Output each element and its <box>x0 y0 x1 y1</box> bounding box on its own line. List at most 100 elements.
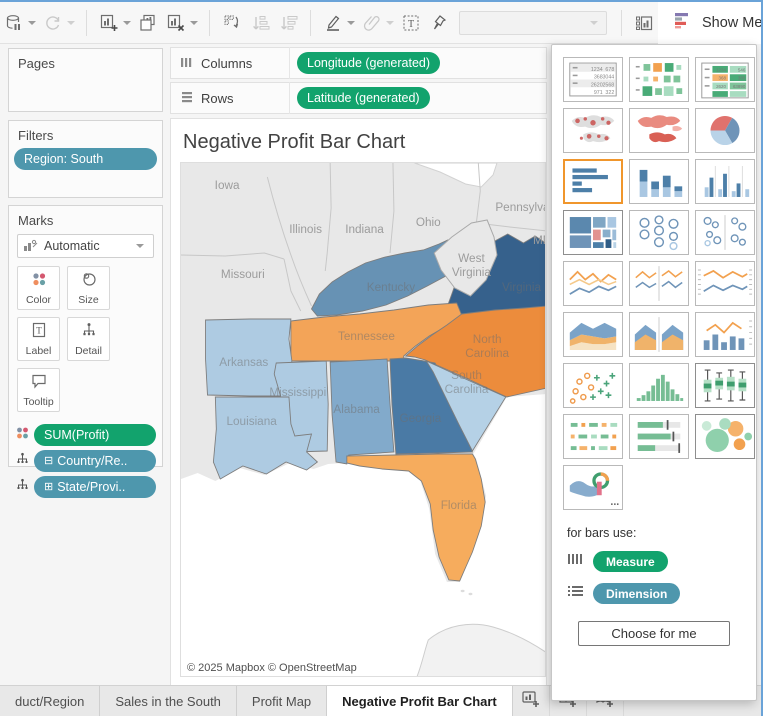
presentation-mode-icon <box>634 13 654 33</box>
map-label: Indiana <box>345 222 384 236</box>
mark-pill[interactable]: ⊞State/Provi.. <box>34 476 156 498</box>
showme-packed-bubbles[interactable] <box>695 414 755 459</box>
toolbar-separator <box>310 10 311 36</box>
showme-highlight-table[interactable] <box>629 57 689 102</box>
side-by-side-circles-icon <box>696 211 754 254</box>
svg-text:63890: 63890 <box>733 84 746 89</box>
showme-side-by-side-circles[interactable] <box>695 210 755 255</box>
showme-filled-map[interactable] <box>629 108 689 153</box>
label-button[interactable]: TLabel <box>17 317 60 361</box>
mark-type-dropdown[interactable]: Automatic <box>17 234 154 258</box>
new-worksheet-tab-icon <box>521 690 540 713</box>
detail-icon <box>80 322 98 343</box>
showme-area-continuous[interactable] <box>563 312 623 357</box>
pages-label: Pages <box>9 49 162 75</box>
map-view[interactable]: IowaMissouriIllinoisIndianaOhioPennsylva… <box>180 162 546 677</box>
showme-horizontal-bars[interactable] <box>563 159 623 204</box>
toolbar-separator <box>209 10 210 36</box>
showme-box-and-whisker[interactable] <box>695 363 755 408</box>
collapse-icon[interactable]: ⊟ <box>44 456 53 467</box>
clear-sheet-button[interactable] <box>164 10 188 36</box>
map-label: West <box>458 251 485 265</box>
showme-heat-map[interactable]: 1234546 368380 262063890 <box>695 57 755 102</box>
showme-side-by-side-bars[interactable] <box>695 159 755 204</box>
detail-button[interactable]: Detail <box>67 317 110 361</box>
filters-card[interactable]: Filters Region: South <box>8 120 163 198</box>
showme-text-table[interactable]: 1234678368304426202568971322 <box>563 57 623 102</box>
showme-stacked-bars[interactable] <box>629 159 689 204</box>
mark-pill[interactable]: SUM(Profit) <box>34 424 156 446</box>
sheet-tab[interactable]: Profit Map <box>237 686 327 716</box>
showme-more-options[interactable]: ... <box>563 465 623 510</box>
showme-lines-continuous[interactable] <box>563 261 623 306</box>
showme-pie-chart[interactable] <box>695 108 755 153</box>
fit-dropdown[interactable] <box>459 11 607 35</box>
chevron-down-icon[interactable] <box>123 21 131 25</box>
showme-scatter-plot[interactable] <box>563 363 623 408</box>
highlight-button[interactable] <box>321 10 345 36</box>
showme-treemap[interactable] <box>563 210 623 255</box>
measure-shelf-icon <box>567 552 584 571</box>
chevron-down-icon[interactable] <box>190 21 198 25</box>
rows-label: Rows <box>201 91 234 106</box>
cuba-coast <box>416 624 546 677</box>
swap-axes-icon <box>222 13 242 33</box>
showme-lines-discrete[interactable] <box>629 261 689 306</box>
sheet-tab[interactable]: duct/Region <box>0 686 100 716</box>
sheet-tab[interactable]: Sales in the South <box>100 686 237 716</box>
for-bars-label: for bars use: <box>567 526 756 540</box>
duplicate-sheet-button[interactable] <box>136 10 160 36</box>
pin-button[interactable] <box>427 10 451 36</box>
pages-card[interactable]: Pages <box>8 48 163 112</box>
state-florida[interactable] <box>347 454 485 581</box>
choose-for-me-button[interactable]: Choose for me <box>578 621 730 646</box>
circle-views-icon <box>630 211 688 254</box>
mark-pill[interactable]: ⊟Country/Re.. <box>34 450 156 472</box>
svg-text:T: T <box>36 325 42 335</box>
svg-text:368: 368 <box>594 75 603 81</box>
filter-pill[interactable]: Region: South <box>14 148 157 170</box>
columns-shelf[interactable]: Columns Longitude (generated) <box>170 47 547 79</box>
refresh-button[interactable] <box>41 10 65 36</box>
svg-text:971: 971 <box>594 90 603 96</box>
chevron-down-icon[interactable] <box>347 21 355 25</box>
data-source-pause-button[interactable] <box>2 10 26 36</box>
size-button[interactable]: Size <box>67 266 110 310</box>
showme-area-discrete[interactable] <box>629 312 689 357</box>
showme-dual-lines[interactable] <box>695 261 755 306</box>
svg-text:1234: 1234 <box>591 67 603 73</box>
showme-bullet-graph[interactable] <box>629 414 689 459</box>
tooltip-button[interactable]: Tooltip <box>17 368 60 412</box>
side-by-side-bars-icon <box>696 160 754 203</box>
map-label: Virginia <box>502 280 541 294</box>
map-label: Arkansas <box>219 355 268 369</box>
showme-gantt[interactable] <box>563 414 623 459</box>
new-worksheet-tab-button[interactable] <box>513 686 550 716</box>
text-label-button[interactable]: T <box>399 10 423 36</box>
paperclip-button[interactable] <box>360 10 384 36</box>
map-label: North <box>473 332 502 346</box>
sheet-tab-active[interactable]: Negative Profit Bar Chart <box>327 686 513 716</box>
color-button[interactable]: Color <box>17 266 60 310</box>
showme-histogram[interactable] <box>629 363 689 408</box>
show-me-button[interactable]: Show Me <box>658 2 763 44</box>
new-worksheet-button[interactable] <box>97 10 121 36</box>
chevron-down-icon[interactable] <box>67 21 75 25</box>
presentation-mode-button[interactable] <box>632 10 656 36</box>
sort-ascending-button[interactable] <box>248 10 272 36</box>
sort-descending-button[interactable] <box>276 10 300 36</box>
rows-shelf[interactable]: Rows Latitude (generated) <box>170 82 547 114</box>
showme-dual-combination[interactable] <box>695 312 755 357</box>
map-label: Ohio <box>416 215 441 229</box>
shelf-pill[interactable]: Latitude (generated) <box>297 87 430 109</box>
svg-text:380: 380 <box>738 76 746 81</box>
chevron-down-icon[interactable] <box>386 21 394 25</box>
expand-icon[interactable]: ⊞ <box>44 482 53 493</box>
shelf-pill[interactable]: Longitude (generated) <box>297 52 440 74</box>
showme-symbol-map[interactable] <box>563 108 623 153</box>
map-label: Louisiana <box>226 414 277 428</box>
chevron-down-icon[interactable] <box>28 21 36 25</box>
marks-card[interactable]: Marks Automatic ColorSizeTLabelDetailToo… <box>8 205 163 467</box>
showme-circle-views[interactable] <box>629 210 689 255</box>
swap-axes-button[interactable] <box>220 10 244 36</box>
